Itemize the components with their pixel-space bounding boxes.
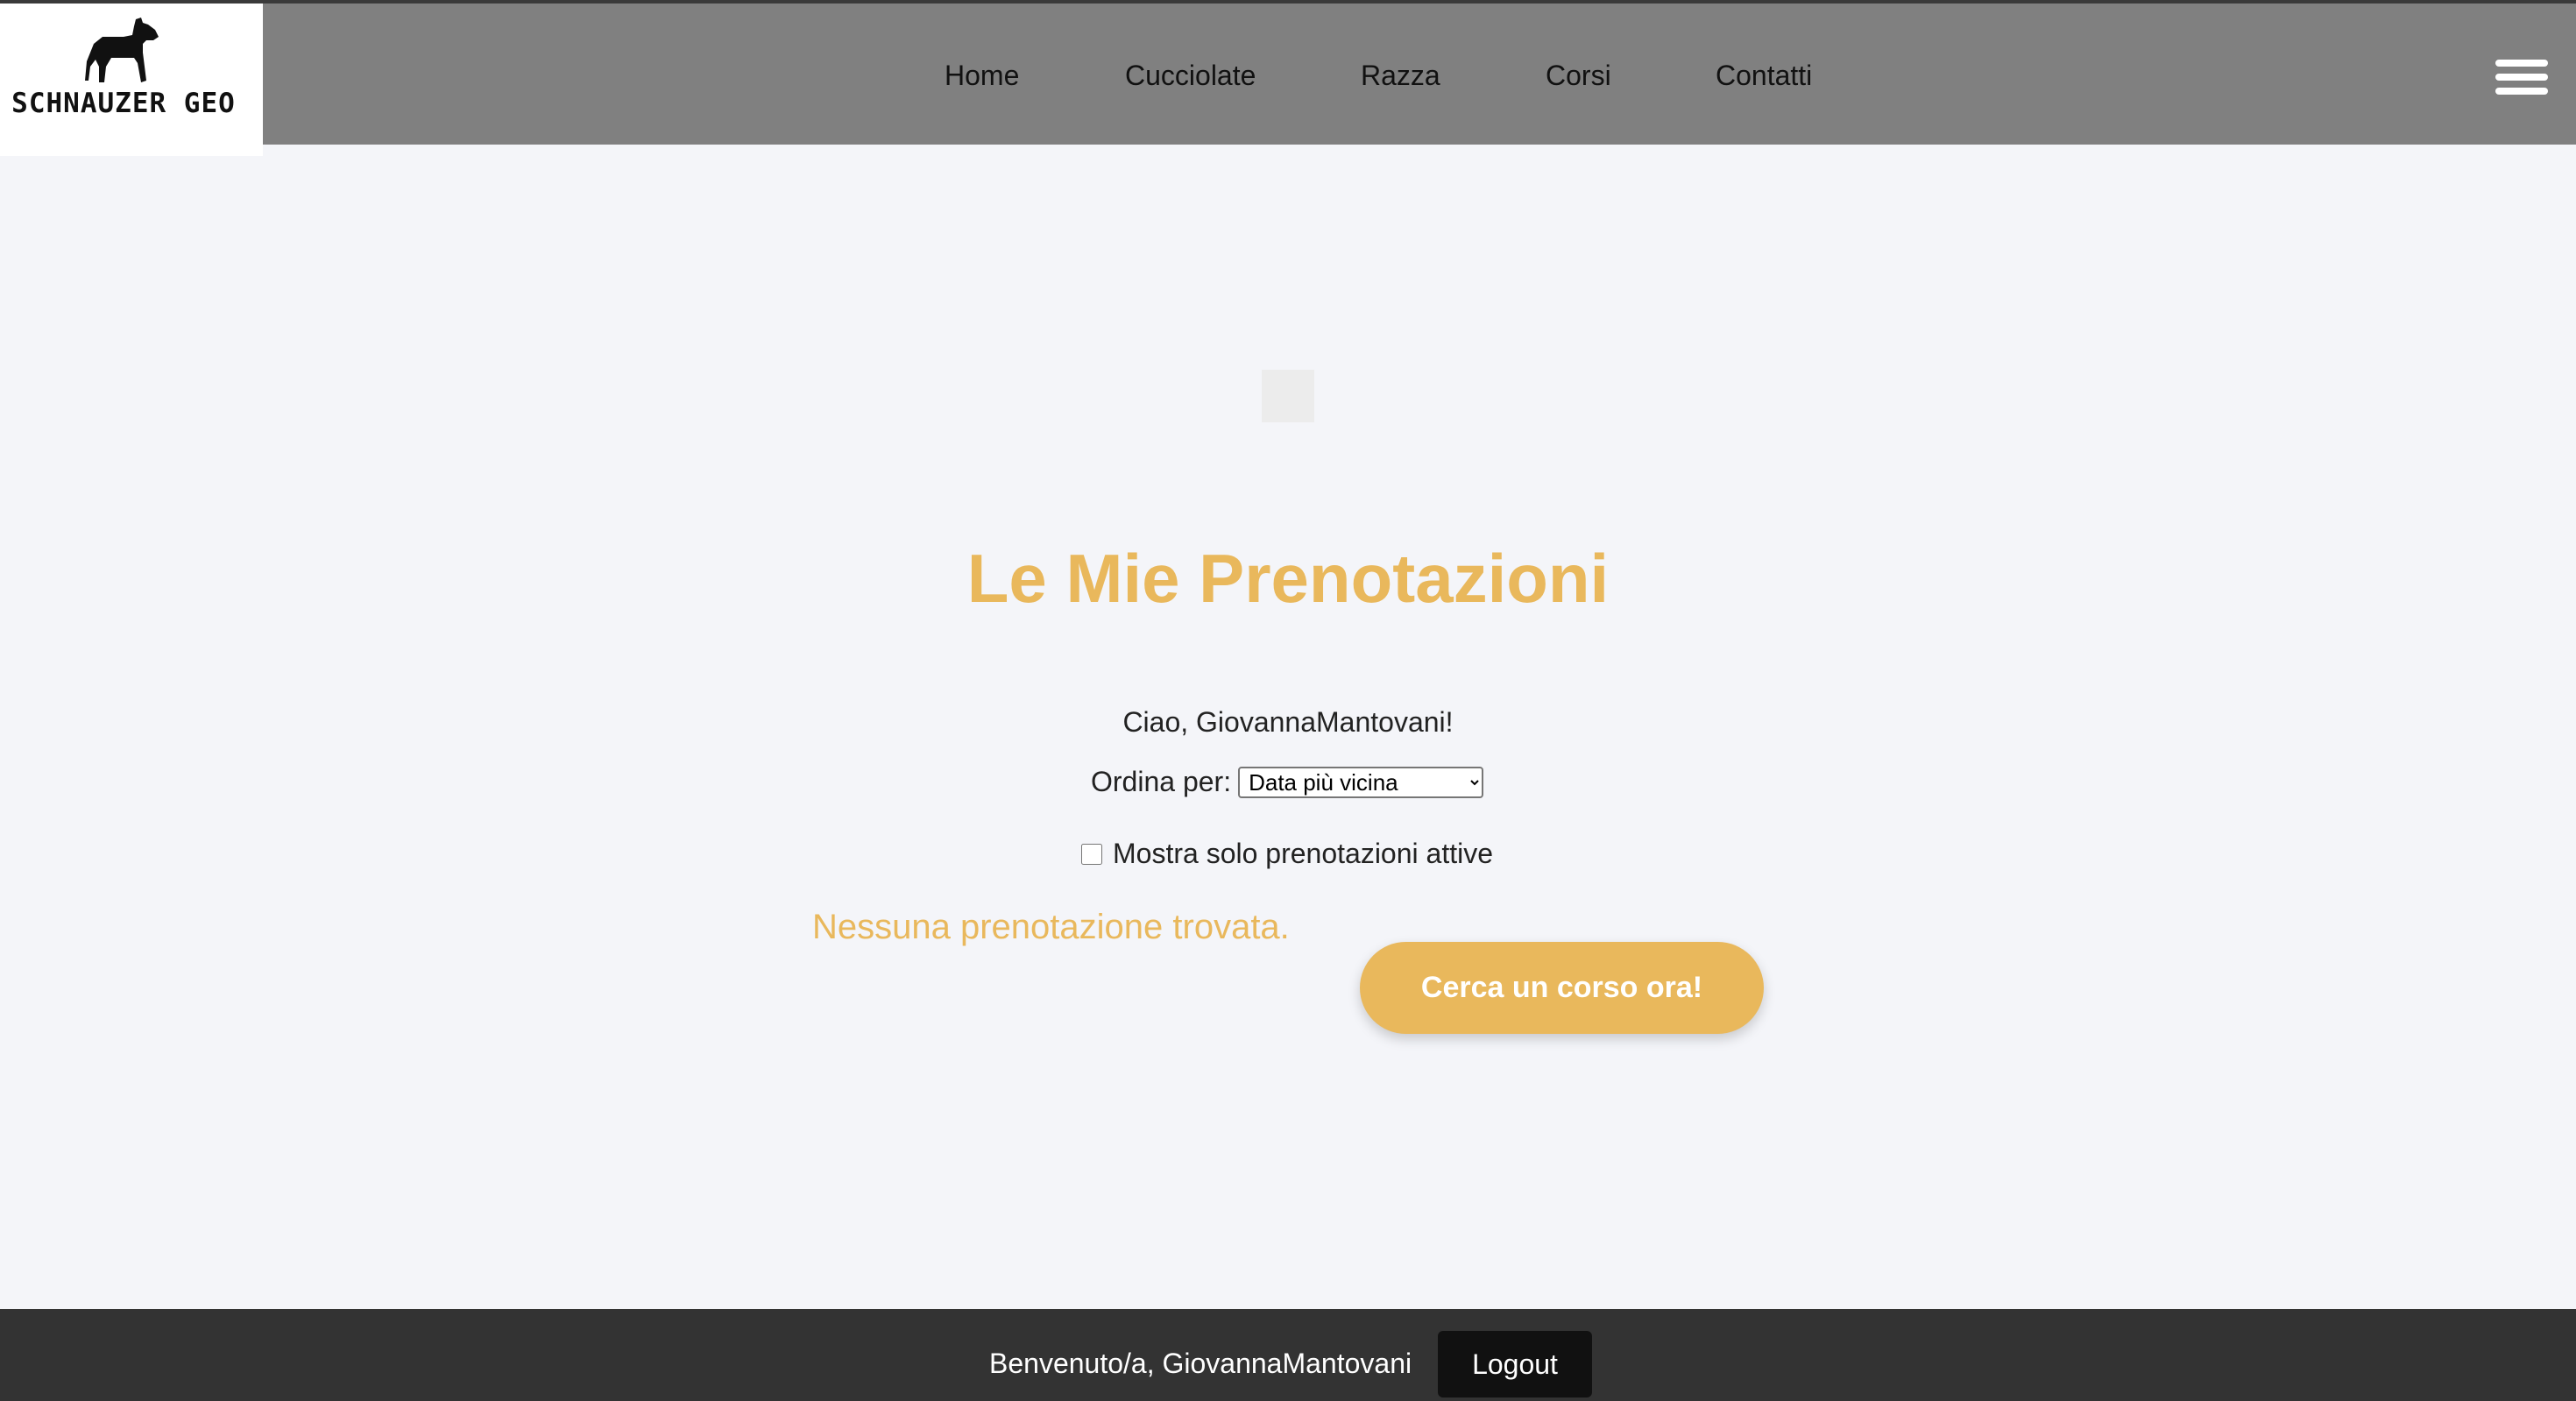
active-only-checkbox[interactable] [1081, 843, 1102, 865]
empty-state-message: Nessuna prenotazione trovata. [812, 908, 1290, 946]
logo-text: SCHNAUZER GEO [11, 88, 236, 119]
logout-button[interactable]: Logout [1438, 1331, 1592, 1397]
find-course-button[interactable]: Cerca un corso ora! [1360, 942, 1764, 1034]
nav-item-corsi[interactable]: Corsi [1546, 60, 1611, 92]
broken-image-placeholder [1262, 370, 1314, 422]
sort-select[interactable]: Data più vicina [1238, 766, 1484, 798]
brand-logo[interactable]: SCHNAUZER GEO [0, 4, 263, 156]
top-navigation-bar: Home Cucciolate Razza Corsi Contatti [0, 0, 2576, 145]
nav-item-contatti[interactable]: Contatti [1716, 60, 1812, 92]
sort-label: Ordina per: [1091, 766, 1232, 797]
sort-control: Ordina per: Data più vicina [1091, 766, 1484, 798]
hamburger-menu-icon[interactable] [2495, 60, 2548, 96]
nav-item-cucciolate[interactable]: Cucciolate [1125, 60, 1256, 92]
greeting-text: Ciao, GiovannaMantovani! [1122, 706, 1454, 738]
active-only-label[interactable]: Mostra solo prenotazioni attive [1113, 838, 1493, 870]
main-nav: Home Cucciolate Razza Corsi Contatti [0, 4, 2576, 148]
active-filter: Mostra solo prenotazioni attive [1081, 838, 1493, 870]
page-title: Le Mie Prenotazioni [966, 540, 1610, 617]
schnauzer-dog-icon [85, 18, 159, 82]
nav-item-razza[interactable]: Razza [1361, 60, 1440, 92]
footer-welcome-text: Benvenuto/a, GiovannaMantovani [989, 1348, 1412, 1379]
nav-item-home[interactable]: Home [945, 60, 1019, 92]
